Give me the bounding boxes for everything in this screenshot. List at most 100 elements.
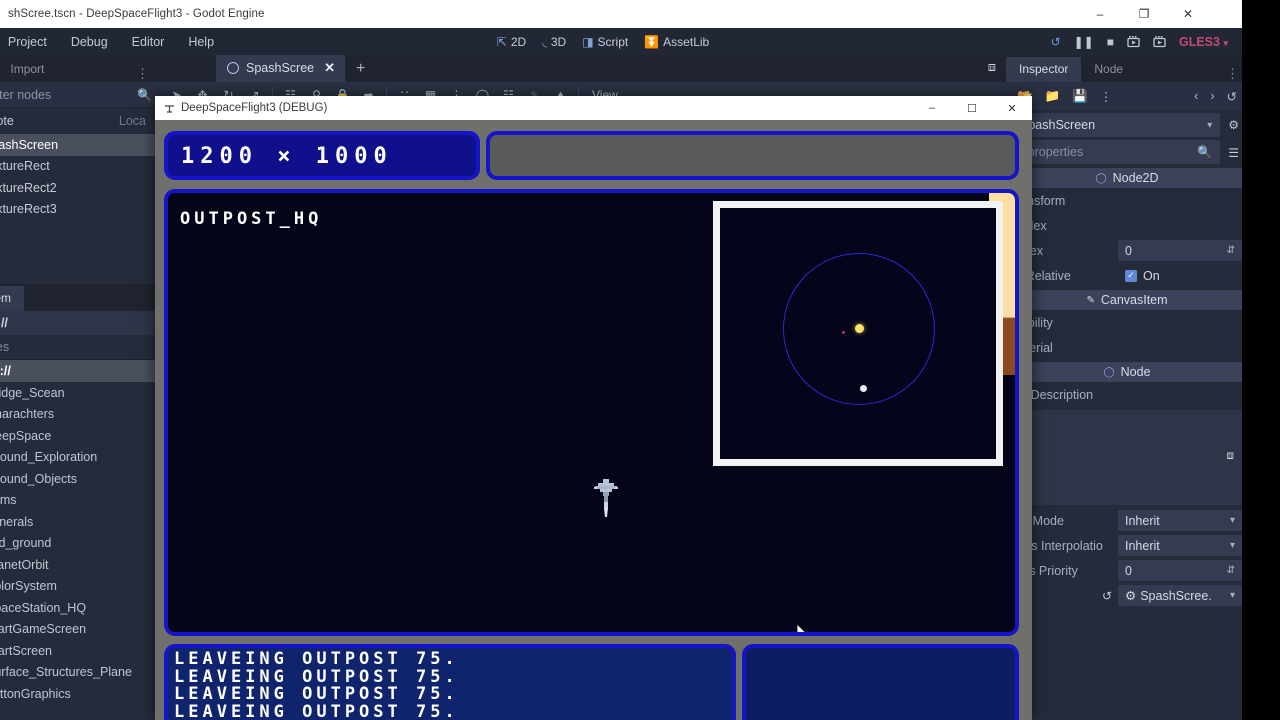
filesystem-search-input[interactable]: rch files (0, 335, 158, 360)
kebab-menu-icon[interactable]: ⋮ (1100, 89, 1113, 104)
property-z-index-group[interactable]: Index (1006, 213, 1248, 238)
property-value: Inherit (1125, 513, 1160, 528)
new-scene-tab-button[interactable]: + (345, 58, 375, 82)
play-scene-movie-icon[interactable] (1127, 35, 1140, 48)
log-line: LEAVEING OUTPOST 75. (174, 701, 459, 720)
tree-node-texturerect2[interactable]: TextureRect2 (0, 177, 158, 199)
expand-icon[interactable]: ⧈ (1226, 448, 1234, 463)
property-value: SpashScree. (1140, 588, 1212, 603)
property-value-dropdown[interactable]: Inherit ▾ (1118, 535, 1242, 556)
local-label[interactable]: Loca (119, 114, 146, 128)
list-item[interactable]: Items (0, 490, 158, 512)
revert-icon[interactable]: ↺ (1102, 589, 1118, 603)
filesystem-path[interactable]: ▸ res:// (0, 311, 158, 335)
property-process-priority[interactable]: ess Priority 0 ⇵ (1006, 558, 1248, 583)
spinner-icon[interactable]: ⇵ (1227, 565, 1235, 576)
folder-label: Minerals (0, 514, 34, 529)
tree-node-texturerect3[interactable]: TextureRect3 (0, 199, 158, 221)
history-icon[interactable]: ↺ (1227, 89, 1237, 104)
save-resource-icon[interactable]: 💾 (1072, 89, 1088, 104)
list-item[interactable]: PlanetOrbit (0, 554, 158, 576)
maximize-icon[interactable]: ☐ (952, 96, 992, 120)
list-item[interactable]: Bridge_Scean (0, 382, 158, 404)
list-item[interactable]: StartScreen (0, 640, 158, 662)
maximize-icon[interactable]: ❐ (1122, 0, 1166, 28)
inspector-filter-input[interactable]: r properties 🔍 (1012, 140, 1221, 164)
filter-nodes-input[interactable]: Filter nodes (0, 88, 130, 102)
inspector-node-selector[interactable]: SpashScreen ▾ (1012, 113, 1221, 137)
renderer-label: GLES3 (1178, 34, 1220, 49)
game-window-title: DeepSpaceFlight3 (DEBUG) (164, 102, 327, 114)
editor-titlebar: shScree.tscn - DeepSpaceFlight3 - Godot … (0, 0, 1248, 28)
tab-spashscree[interactable]: SpashScree ✕ (216, 55, 346, 82)
list-item[interactable]: SpaceStation_HQ (0, 597, 158, 619)
system-minimap[interactable] (713, 201, 1003, 466)
list-item[interactable]: Charachters (0, 404, 158, 426)
renderer-selector[interactable]: GLES3 ▾ (1179, 35, 1228, 49)
filesystem-root-row[interactable]: res:// (0, 360, 158, 382)
kebab-menu-icon[interactable]: ⋮ (136, 66, 158, 82)
tree-node-texturerect[interactable]: TextureRect (0, 156, 158, 178)
menu-help[interactable]: Help (176, 28, 226, 55)
tab-node[interactable]: Node (1081, 57, 1136, 82)
remote-label[interactable]: Remote (0, 114, 14, 128)
list-item[interactable]: Ground_Objects (0, 468, 158, 490)
property-checkbox[interactable]: ✓ On (1118, 265, 1242, 286)
minimize-icon[interactable]: – (1078, 0, 1122, 28)
search-icon[interactable]: 🔍 (137, 88, 152, 102)
close-icon[interactable]: ✕ (324, 60, 335, 76)
list-item[interactable]: Minerals (0, 511, 158, 533)
script-icon: ◨ (582, 34, 594, 49)
game-debug-window: DeepSpaceFlight3 (DEBUG) – ☐ ✕ 1200 × 10… (155, 96, 1032, 720)
property-z-as-relative[interactable]: s Relative ✓ On (1006, 263, 1248, 288)
property-editor-description[interactable]: or Description (1006, 382, 1248, 407)
menu-project[interactable]: Project (0, 28, 59, 55)
stop-icon[interactable]: ■ (1107, 35, 1114, 49)
play-custom-scene-icon[interactable] (1153, 35, 1166, 48)
list-item[interactable]: Surface_Structures_Plane (0, 662, 158, 684)
tab-2d[interactable]: ⇱ 2D (497, 35, 526, 49)
open-resource-icon[interactable]: 📁 (1045, 89, 1061, 104)
property-transform[interactable]: ransform (1006, 188, 1248, 213)
property-script[interactable]: ot ↺ ⚙ SpashScree. ▾ (1006, 583, 1248, 608)
list-item[interactable]: DeepSpace (0, 425, 158, 447)
close-icon[interactable]: ✕ (1166, 0, 1210, 28)
menu-editor[interactable]: Editor (120, 28, 177, 55)
property-value-input[interactable]: 0 ⇵ (1118, 240, 1242, 261)
hud-main-viewport[interactable]: OUTPOST_HQ (164, 189, 1019, 636)
list-item[interactable]: StartGameScreen (0, 619, 158, 641)
history-next-icon[interactable]: › (1210, 89, 1214, 103)
property-pause-mode[interactable]: se Mode Inherit ▾ (1006, 508, 1248, 533)
tab-3d[interactable]: ◟ 3D (542, 35, 566, 49)
editor-description-textarea[interactable]: ⧈ (1012, 410, 1242, 505)
game-viewport[interactable]: 1200 × 1000 OUTPOST_HQ LEAVEING OUTPOST … (155, 120, 1032, 720)
tab-script[interactable]: ◨ Script (582, 35, 628, 49)
property-value-dropdown[interactable]: ⚙ SpashScree. ▾ (1118, 585, 1242, 606)
list-item[interactable]: Old_ground (0, 533, 158, 555)
minimize-icon[interactable]: – (912, 96, 952, 120)
property-z-index[interactable]: ndex 0⇵ (1006, 238, 1248, 263)
menu-debug[interactable]: Debug (59, 28, 120, 55)
folder-label: Charachters (0, 407, 55, 422)
tree-node-spashscreen[interactable]: SpashScreen (0, 134, 158, 156)
remote-local-switch: Remote Loca (0, 108, 158, 134)
property-value-dropdown[interactable]: Inherit ▾ (1118, 510, 1242, 531)
fullscreen-icon[interactable]: ⧈ (988, 59, 996, 75)
tab-assetlib[interactable]: ⏬ AssetLib (644, 35, 709, 49)
list-item[interactable]: SolorSystem (0, 576, 158, 598)
spinner-icon[interactable]: ⇵ (1227, 245, 1235, 256)
list-item[interactable]: Ground_Exploration (0, 447, 158, 469)
property-physics-interpolation[interactable]: sics Interpolatio Inherit ▾ (1006, 533, 1248, 558)
pause-icon[interactable]: ❚❚ (1074, 35, 1094, 49)
close-icon[interactable]: ✕ (992, 96, 1032, 120)
property-value-input[interactable]: 0 ⇵ (1118, 560, 1242, 581)
property-visibility[interactable]: isibility (1006, 310, 1248, 335)
list-item[interactable]: buttonGraphics (0, 683, 158, 705)
tab-inspector[interactable]: Inspector (1006, 57, 1082, 82)
location-label: OUTPOST_HQ (180, 209, 323, 229)
tab-import[interactable]: Import (0, 57, 57, 82)
tab-filesystem[interactable]: System (0, 286, 25, 311)
history-prev-icon[interactable]: ‹ (1194, 89, 1198, 103)
property-material[interactable]: laterial (1006, 335, 1248, 360)
play-scene-icon[interactable]: ↺ (1051, 35, 1061, 49)
